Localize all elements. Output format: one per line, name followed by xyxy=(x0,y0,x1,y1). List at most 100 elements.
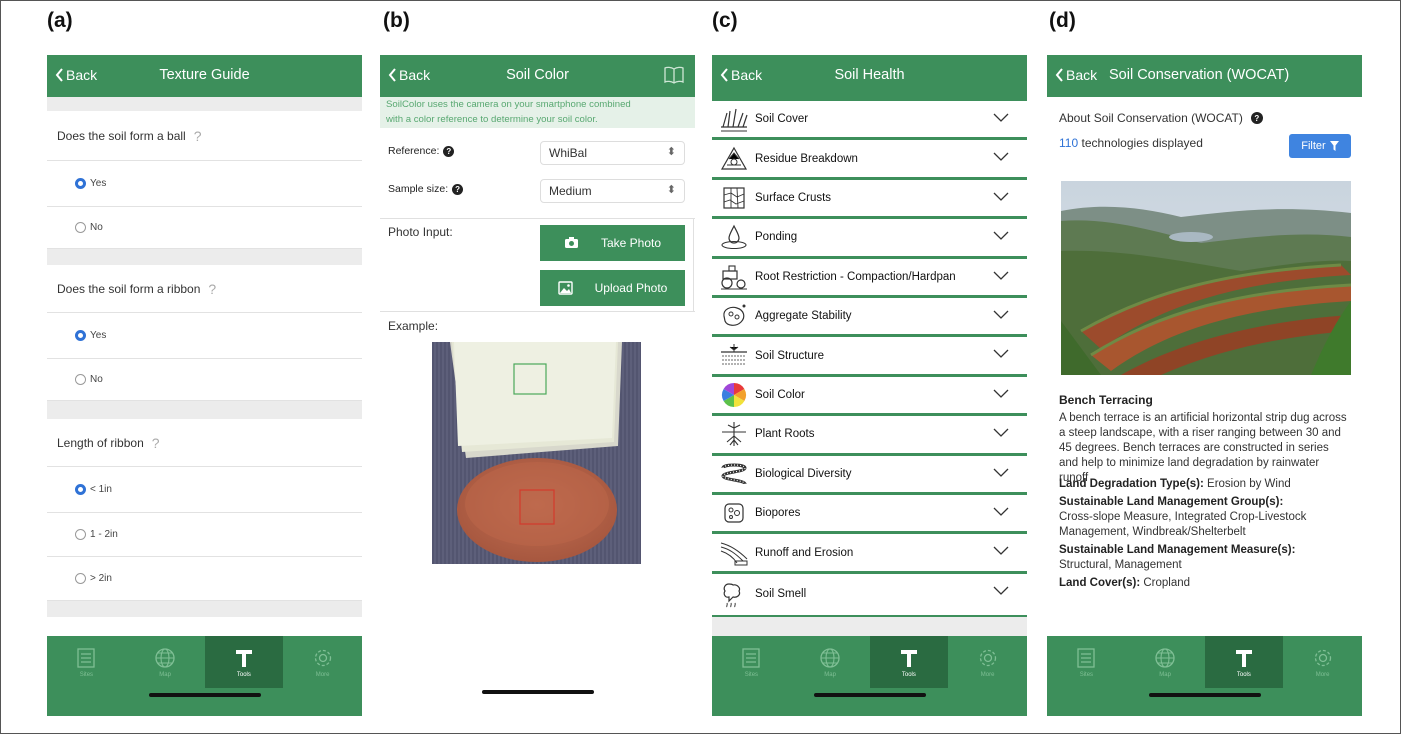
tab-map[interactable]: Map xyxy=(126,636,205,688)
item-soil-color[interactable]: Soil Color xyxy=(712,377,1027,417)
upload-photo-button[interactable]: Upload Photo xyxy=(540,270,685,306)
option-label: No xyxy=(90,374,103,385)
help-icon[interactable]: ? xyxy=(1250,112,1263,124)
item-plant-roots[interactable]: Plant Roots xyxy=(712,416,1027,456)
technology-title: Bench Terracing xyxy=(1059,393,1153,407)
item-soil-cover[interactable]: Soil Cover xyxy=(712,101,1027,141)
item-soil-structure[interactable]: Soil Structure xyxy=(712,337,1027,377)
chevron-down-icon xyxy=(993,231,1009,241)
tab-map[interactable]: Map xyxy=(791,636,870,688)
item-residue-breakdown[interactable]: Residue Breakdown xyxy=(712,140,1027,180)
item-ponding[interactable]: Ponding xyxy=(712,219,1027,259)
hammer-icon xyxy=(1235,649,1252,667)
filter-button[interactable]: Filter xyxy=(1289,134,1351,158)
globe-icon xyxy=(155,647,175,668)
item-surface-crusts[interactable]: Surface Crusts xyxy=(712,180,1027,220)
tab-tools[interactable]: Tools xyxy=(1204,636,1284,688)
back-button[interactable]: Back xyxy=(1055,67,1097,83)
example-photo-illustration xyxy=(432,342,641,564)
item-label: Root Restriction - Compaction/Hardpan xyxy=(755,270,956,283)
technology-count: 110 technologies displayed xyxy=(1059,136,1203,150)
radio-selected-icon[interactable] xyxy=(75,178,86,189)
header-bar: Back Soil Color xyxy=(380,55,695,97)
option-ball-yes[interactable]: Yes xyxy=(47,161,362,207)
help-icon[interactable]: ? xyxy=(208,281,216,297)
sample-size-select[interactable]: Medium ⬍ xyxy=(540,179,685,203)
tab-more[interactable]: More xyxy=(948,636,1027,688)
globe-icon xyxy=(1155,647,1175,668)
help-icon[interactable]: ? xyxy=(452,183,464,195)
radio-icon[interactable] xyxy=(75,374,86,385)
option-length-gt2[interactable]: > 2in xyxy=(47,557,362,601)
tab-sites[interactable]: Sites xyxy=(712,636,791,688)
radio-selected-icon[interactable] xyxy=(75,484,86,495)
chevron-left-icon xyxy=(388,68,396,82)
sample-size-label-text: Sample size: xyxy=(388,183,449,195)
soil-health-screen: Back Soil Health Soil Cover Residue Brea… xyxy=(712,55,1027,716)
tab-more[interactable]: More xyxy=(283,636,362,688)
option-ball-no[interactable]: No xyxy=(47,207,362,249)
runoff-icon xyxy=(720,542,748,566)
option-label: No xyxy=(90,222,103,233)
wocat-screen: Back Soil Conservation (WOCAT) About Soi… xyxy=(1047,55,1362,716)
gear-icon xyxy=(1314,649,1331,666)
chevron-down-icon xyxy=(993,546,1009,556)
help-icon[interactable]: ? xyxy=(194,128,202,144)
tab-tools[interactable]: Tools xyxy=(204,636,284,688)
soil-color-screen: Back Soil Color SoilColor uses the camer… xyxy=(380,55,695,700)
item-label: Plant Roots xyxy=(755,428,815,441)
tab-label: Map xyxy=(1159,671,1171,678)
back-button[interactable]: Back xyxy=(55,67,97,83)
example-photo xyxy=(432,342,641,564)
tab-sites[interactable]: Sites xyxy=(1047,636,1126,688)
item-root-restriction[interactable]: Root Restriction - Compaction/Hardpan xyxy=(712,259,1027,298)
chevron-left-icon xyxy=(1055,68,1063,82)
back-button[interactable]: Back xyxy=(388,67,430,83)
option-length-lt1[interactable]: < 1in xyxy=(47,467,362,513)
option-ribbon-yes[interactable]: Yes xyxy=(47,313,362,359)
about-row[interactable]: About Soil Conservation (WOCAT) ? xyxy=(1059,111,1263,125)
radio-icon[interactable] xyxy=(75,222,86,233)
smell-icon xyxy=(723,583,741,608)
chevron-down-icon xyxy=(993,428,1009,438)
home-indicator xyxy=(1148,693,1261,697)
grass-icon xyxy=(721,109,748,132)
radio-icon[interactable] xyxy=(75,529,86,540)
chevron-down-icon xyxy=(993,349,1009,359)
radio-selected-icon[interactable] xyxy=(75,330,86,341)
item-biopores[interactable]: Biopores xyxy=(712,495,1027,535)
sample-size-value: Medium xyxy=(549,184,592,198)
tab-map[interactable]: Map xyxy=(1126,636,1205,688)
item-aggregate-stability[interactable]: Aggregate Stability xyxy=(712,298,1027,338)
tab-more[interactable]: More xyxy=(1283,636,1362,688)
tab-label: Tools xyxy=(901,671,916,678)
chevron-down-icon xyxy=(993,586,1009,595)
radio-icon[interactable] xyxy=(75,573,86,584)
take-photo-button[interactable]: Take Photo xyxy=(540,225,685,261)
panel-label-a: (a) xyxy=(47,9,73,32)
section-gap xyxy=(47,401,362,419)
option-ribbon-no[interactable]: No xyxy=(47,359,362,401)
degradation-value: Erosion by Wind xyxy=(1207,478,1291,490)
help-icon[interactable]: ? xyxy=(152,435,160,451)
book-icon[interactable] xyxy=(663,65,685,85)
item-runoff-erosion[interactable]: Runoff and Erosion xyxy=(712,534,1027,574)
panel-label-b: (b) xyxy=(383,9,410,32)
item-label: Residue Breakdown xyxy=(755,152,858,165)
reference-select[interactable]: WhiBal ⬍ xyxy=(540,141,685,165)
item-soil-smell[interactable]: Soil Smell xyxy=(712,574,1027,618)
gear-icon xyxy=(979,649,996,666)
slm-group-row: Sustainable Land Management Group(s): Cr… xyxy=(1059,495,1351,540)
tab-tools[interactable]: Tools xyxy=(869,636,949,688)
image-icon xyxy=(557,281,573,295)
reference-label-text: Reference: xyxy=(388,145,440,157)
back-button[interactable]: Back xyxy=(720,67,762,83)
select-chevron-icon: ⬍ xyxy=(666,184,676,196)
tab-sites[interactable]: Sites xyxy=(47,636,126,688)
reference-label: Reference: ? xyxy=(388,145,455,157)
option-length-1-2[interactable]: 1 - 2in xyxy=(47,513,362,557)
option-label: > 2in xyxy=(90,573,112,584)
header-bar: Back Soil Conservation (WOCAT) xyxy=(1047,55,1362,97)
item-biological-diversity[interactable]: Biological Diversity xyxy=(712,456,1027,495)
help-icon[interactable]: ? xyxy=(443,145,455,157)
